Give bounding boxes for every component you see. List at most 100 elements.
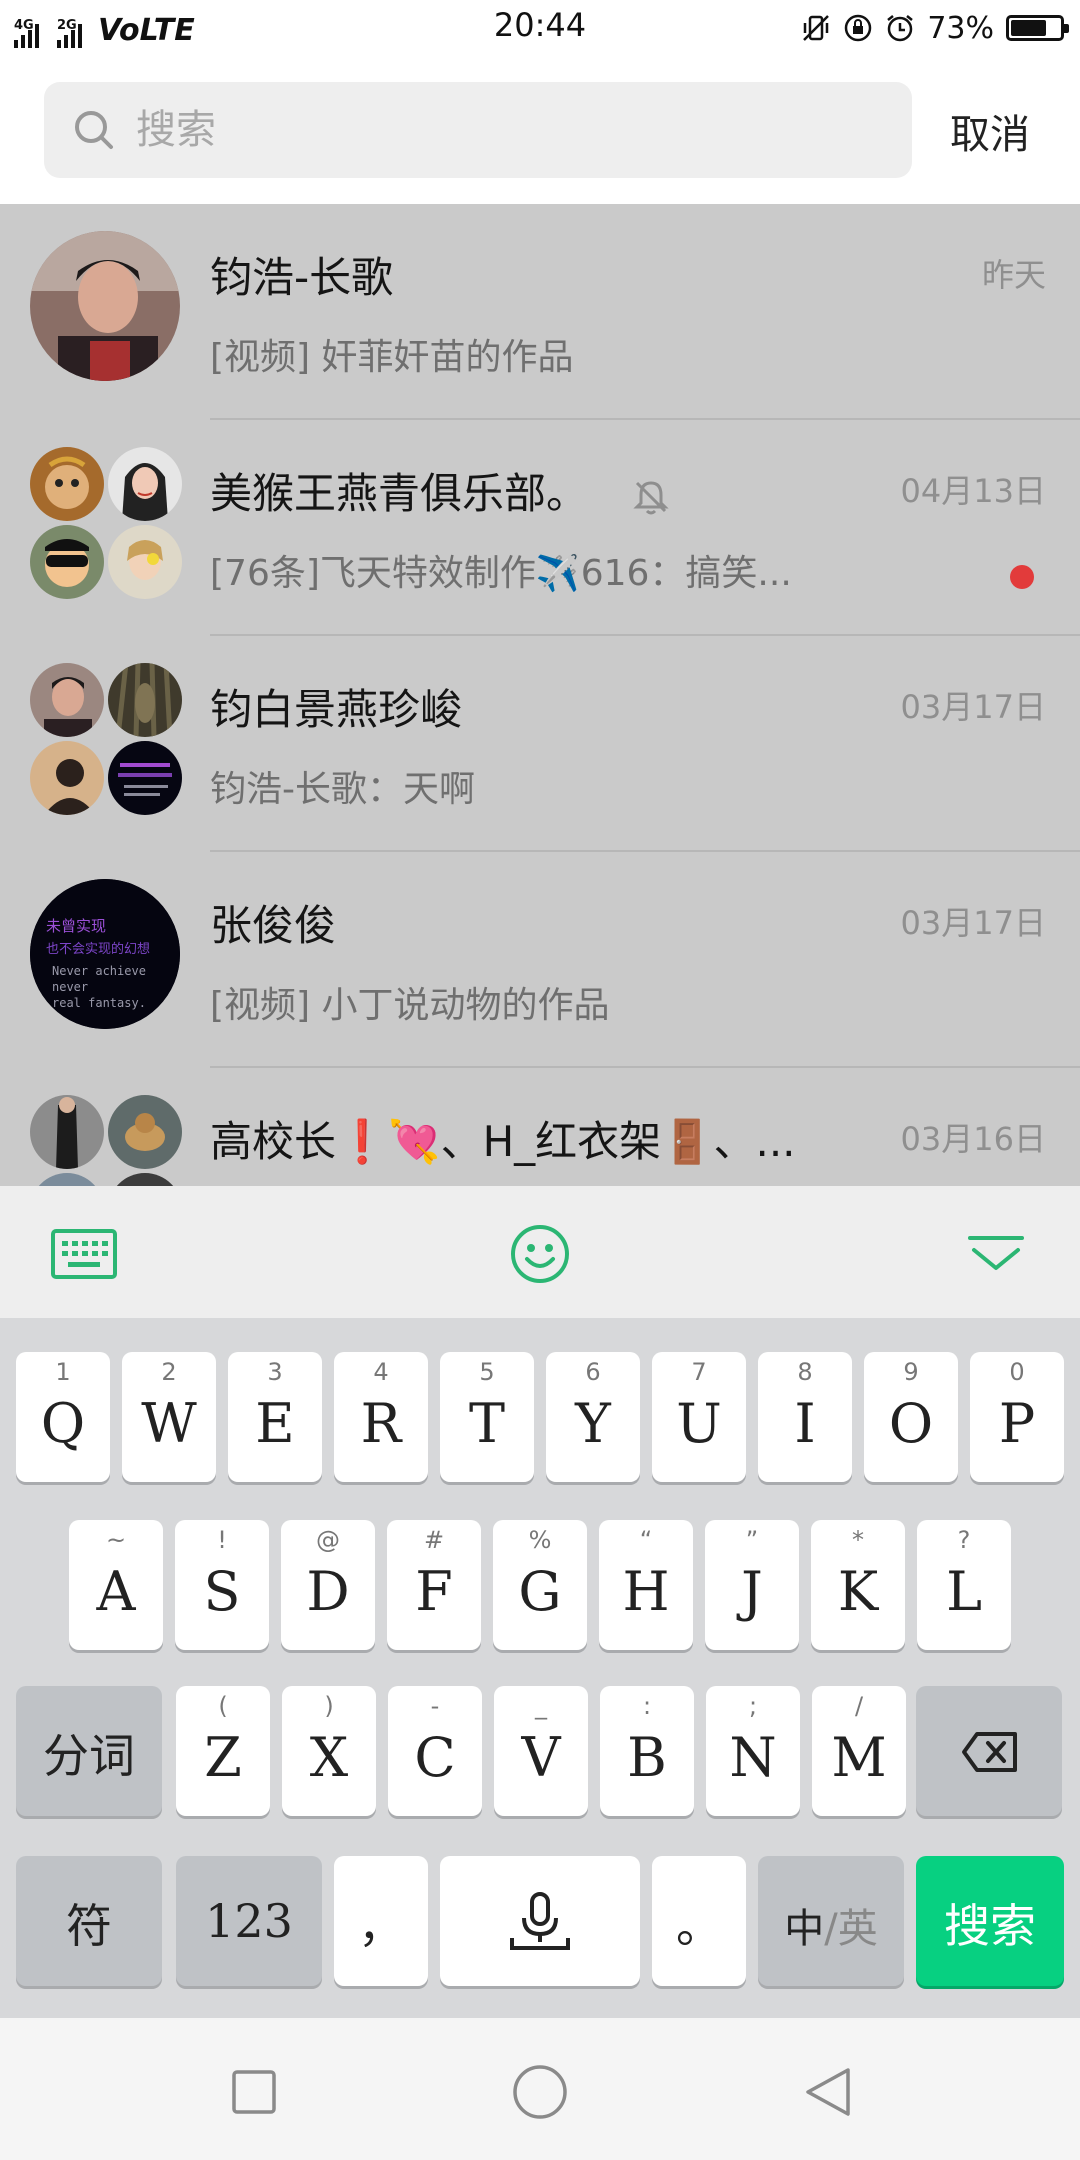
- key-label: 搜索: [944, 1899, 1036, 1953]
- avatar: [30, 447, 104, 521]
- result-row[interactable]: 钧白景燕珍峻 钧浩-长歌：天啊 03月17日: [0, 636, 1080, 852]
- avatar: [30, 231, 180, 381]
- key-label: S: [203, 1560, 241, 1623]
- avatar-text-2: 也不会实现的幻想: [46, 941, 150, 957]
- key-w[interactable]: 2W: [122, 1352, 216, 1482]
- search-box[interactable]: [44, 82, 912, 178]
- numbers-key[interactable]: 123: [176, 1856, 322, 1986]
- key-f[interactable]: # F: [387, 1520, 481, 1650]
- key-i[interactable]: 8I: [758, 1352, 852, 1482]
- key-o[interactable]: 9O: [864, 1352, 958, 1482]
- collapse-keyboard-button[interactable]: [958, 1216, 1034, 1292]
- recents-icon: [232, 2070, 276, 2114]
- avatar-text-5: real fantasy.: [52, 996, 146, 1010]
- comma-key[interactable]: ，: [334, 1856, 428, 1986]
- battery-percent: 73%: [927, 10, 994, 46]
- key-x[interactable]: ) X: [282, 1686, 376, 1816]
- unread-badge: [1010, 565, 1034, 589]
- emoji-icon: [511, 1225, 569, 1283]
- mute-icon: [633, 480, 669, 514]
- result-title-text: 美猴王燕青俱乐部。: [210, 469, 589, 518]
- key-hint: @: [316, 1526, 340, 1554]
- status-bar: 4G 2G VoLTE 20:44 73%: [0, 0, 1080, 56]
- key-n[interactable]: ; N: [706, 1686, 800, 1816]
- result-row[interactable]: 高校长❗💘、H_红衣架🚪、... 03月16日: [0, 1068, 1080, 1186]
- avatar: [108, 447, 182, 521]
- key-d[interactable]: @ D: [281, 1520, 375, 1650]
- key-label: 符: [66, 1899, 112, 1953]
- search-input[interactable]: [136, 107, 836, 153]
- key-u[interactable]: 7U: [652, 1352, 746, 1482]
- key-t[interactable]: 5T: [440, 1352, 534, 1482]
- key-hint: 3: [267, 1358, 283, 1386]
- key-hint: !: [217, 1526, 227, 1554]
- key-z[interactable]: (Z: [176, 1686, 270, 1816]
- avatar: [30, 1173, 104, 1186]
- key-r[interactable]: 4R: [334, 1352, 428, 1482]
- language-switch-key[interactable]: 中/英: [758, 1856, 904, 1986]
- emoji-button[interactable]: [502, 1216, 578, 1292]
- key-k[interactable]: * K: [811, 1520, 905, 1650]
- search-submit-key[interactable]: 搜索: [916, 1856, 1064, 1986]
- key-c[interactable]: -C: [388, 1686, 482, 1816]
- lang-en: 英: [837, 1906, 878, 1952]
- keyboard-toolbar: [0, 1186, 1080, 1318]
- key-label: U: [676, 1392, 722, 1455]
- keyboard-switch-button[interactable]: [46, 1216, 122, 1292]
- avatar: [108, 741, 182, 815]
- key-j[interactable]: ” J: [705, 1520, 799, 1650]
- recents-button[interactable]: [226, 2064, 282, 2120]
- result-row[interactable]: 美猴王燕青俱乐部。 [76条]飞天特效制作✈️616：搞笑... 04月13日: [0, 420, 1080, 636]
- cancel-button[interactable]: 取消: [950, 102, 1030, 160]
- microphone-icon: [510, 1892, 570, 1950]
- key-label: O: [888, 1392, 934, 1455]
- symbols-key[interactable]: 符: [16, 1856, 162, 1986]
- key-label: 分词: [43, 1729, 135, 1783]
- key-g[interactable]: % G: [493, 1520, 587, 1650]
- back-icon: [806, 2068, 850, 2116]
- avatar: 未曾实现 也不会实现的幻想 Never achieve never real f…: [30, 879, 180, 1029]
- key-b[interactable]: :B: [600, 1686, 694, 1816]
- avatar: [108, 663, 182, 737]
- key-hint: 8: [797, 1358, 813, 1386]
- space-voice-key[interactable]: [440, 1856, 640, 1986]
- key-a[interactable]: ~ A: [69, 1520, 163, 1650]
- result-row[interactable]: 未曾实现 也不会实现的幻想 Never achieve never real f…: [0, 852, 1080, 1068]
- result-time: 03月17日: [900, 688, 1046, 726]
- key-e[interactable]: 3E: [228, 1352, 322, 1482]
- backspace-key[interactable]: [916, 1686, 1062, 1816]
- key-label: 中/英: [758, 1896, 904, 1954]
- avatar-text-1: 未曾实现: [46, 917, 106, 935]
- key-label: P: [998, 1392, 1036, 1455]
- key-label: B: [627, 1726, 667, 1789]
- home-button[interactable]: [512, 2064, 568, 2120]
- period-key[interactable]: 。: [652, 1856, 746, 1986]
- key-hint: %: [528, 1526, 552, 1554]
- key-hint: ?: [957, 1526, 971, 1554]
- key-hint: :: [642, 1692, 652, 1720]
- key-label: G: [518, 1560, 562, 1623]
- key-label: N: [729, 1726, 777, 1789]
- key-h[interactable]: “H: [599, 1520, 693, 1650]
- group-avatar: [30, 663, 182, 815]
- key-m[interactable]: / M: [812, 1686, 906, 1816]
- segment-key[interactable]: 分词: [16, 1686, 162, 1816]
- key-q[interactable]: 1Q: [16, 1352, 110, 1482]
- home-icon: [513, 2065, 567, 2119]
- key-hint: 6: [585, 1358, 601, 1386]
- key-hint: #: [423, 1526, 445, 1554]
- result-title: 高校长❗💘、H_红衣架🚪、...: [210, 1117, 796, 1166]
- key-v[interactable]: _ V: [494, 1686, 588, 1816]
- result-row[interactable]: 钧浩-长歌 [视频] 奸菲奸苗的作品 昨天: [0, 204, 1080, 420]
- key-label: A: [96, 1560, 136, 1623]
- result-title: 钧浩-长歌: [210, 253, 394, 302]
- back-button[interactable]: [800, 2064, 856, 2120]
- key-hint: 5: [479, 1358, 495, 1386]
- key-y[interactable]: 6Y: [546, 1352, 640, 1482]
- key-p[interactable]: 0P: [970, 1352, 1064, 1482]
- key-l[interactable]: ? L: [917, 1520, 1011, 1650]
- result-title: 钧白景燕珍峻: [210, 685, 463, 734]
- key-label: L: [946, 1560, 982, 1623]
- key-s[interactable]: ! S: [175, 1520, 269, 1650]
- key-hint: 7: [691, 1358, 707, 1386]
